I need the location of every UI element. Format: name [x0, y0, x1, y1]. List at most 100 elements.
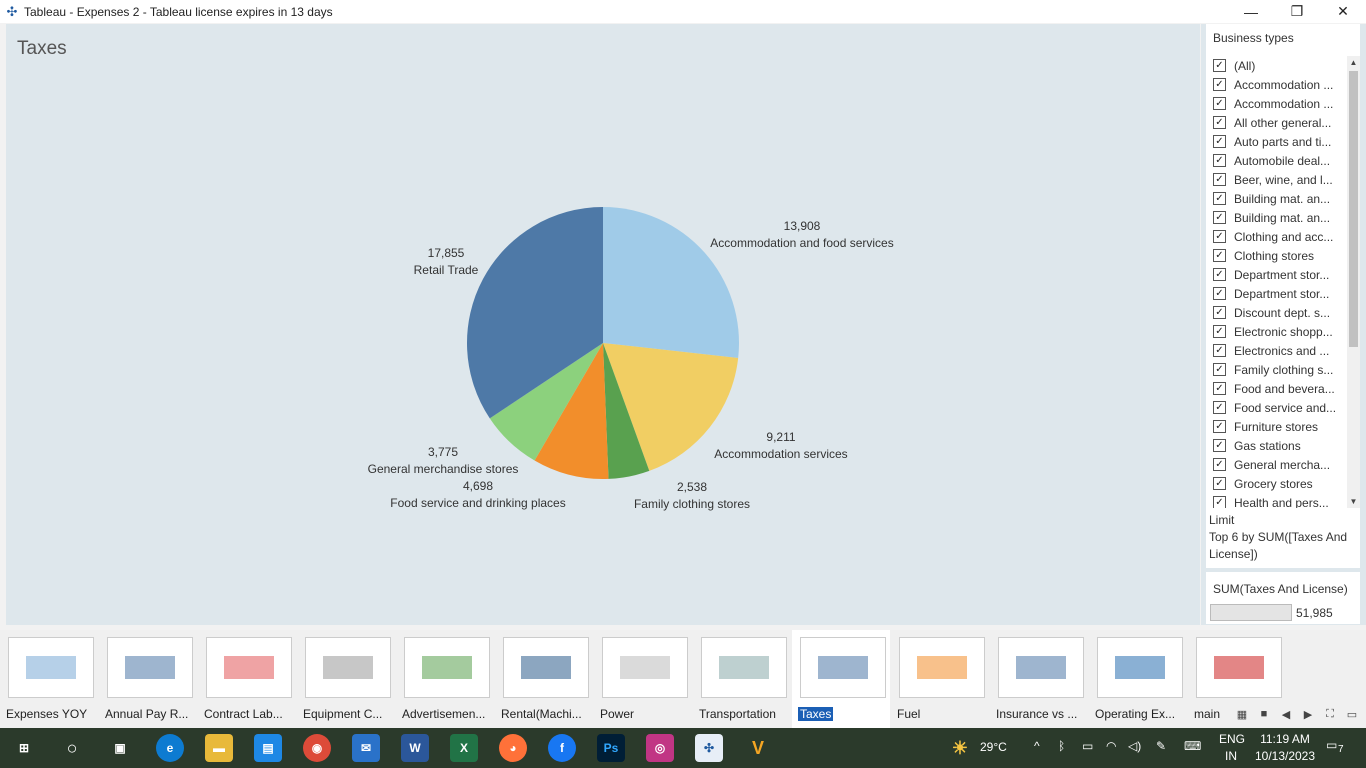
sheet-tab-label[interactable]: Operating Ex... — [1095, 707, 1175, 721]
sheet-tab[interactable]: Contract Lab... — [198, 630, 296, 728]
checkbox-checked-icon[interactable]: ✓ — [1213, 154, 1226, 167]
filter-item[interactable]: ✓ Beer, wine, and l... — [1206, 170, 1347, 189]
filter-item[interactable]: ✓ Food and bevera... — [1206, 379, 1347, 398]
sheet-tab-label[interactable]: main — [1194, 707, 1220, 721]
minimize-button[interactable]: — — [1228, 0, 1274, 23]
excel-icon[interactable]: X — [450, 734, 478, 762]
sheet-tab[interactable]: Operating Ex... — [1089, 630, 1187, 728]
sheet-tab[interactable]: Power — [594, 630, 692, 728]
sheet-tab[interactable]: Expenses YOY — [0, 630, 98, 728]
sheet-thumbnail[interactable] — [305, 637, 391, 698]
filter-scrollbar[interactable]: ▲ ▼ — [1347, 56, 1360, 508]
filter-item[interactable]: ✓ Building mat. an... — [1206, 208, 1347, 227]
mail-icon[interactable]: ✉ — [352, 734, 380, 762]
fullscreen-icon[interactable]: ⛶ — [1322, 708, 1338, 721]
filter-item[interactable]: ✓ Family clothing s... — [1206, 360, 1347, 379]
checkbox-checked-icon[interactable]: ✓ — [1213, 382, 1226, 395]
filter-item[interactable]: ✓ Clothing stores — [1206, 246, 1347, 265]
sheet-thumbnail[interactable] — [107, 637, 193, 698]
checkbox-checked-icon[interactable]: ✓ — [1213, 116, 1226, 129]
sheet-tab[interactable]: Fuel — [891, 630, 989, 728]
sheet-thumbnail[interactable] — [206, 637, 292, 698]
sheet-thumbnail[interactable] — [899, 637, 985, 698]
filter-item[interactable]: ✓ (All) — [1206, 56, 1347, 75]
presentation-icon[interactable]: ▭ — [1344, 708, 1360, 721]
sheet-tab[interactable]: Advertisemen... — [396, 630, 494, 728]
filter-item[interactable]: ✓ Automobile deal... — [1206, 151, 1347, 170]
store-icon[interactable]: ▤ — [254, 734, 282, 762]
checkbox-checked-icon[interactable]: ✓ — [1213, 97, 1226, 110]
photoshop-icon[interactable]: Ps — [597, 734, 625, 762]
filter-item[interactable]: ✓ Grocery stores — [1206, 474, 1347, 493]
pie-slice[interactable] — [603, 207, 739, 358]
checkbox-checked-icon[interactable]: ✓ — [1213, 78, 1226, 91]
checkbox-checked-icon[interactable]: ✓ — [1213, 135, 1226, 148]
sheet-thumbnail[interactable] — [503, 637, 589, 698]
checkbox-checked-icon[interactable]: ✓ — [1213, 344, 1226, 357]
checkbox-checked-icon[interactable]: ✓ — [1213, 173, 1226, 186]
sheet-tab-label[interactable]: Rental(Machi... — [501, 707, 582, 721]
scroll-thumb[interactable] — [1349, 71, 1358, 347]
keyboard-icon[interactable]: ⌨ — [1184, 739, 1201, 753]
app-v-icon[interactable]: V — [744, 734, 772, 762]
sheet-tab-label[interactable]: Expenses YOY — [6, 707, 87, 721]
sheet-tab[interactable]: Insurance vs ... — [990, 630, 1088, 728]
checkbox-checked-icon[interactable]: ✓ — [1213, 59, 1226, 72]
sheet-tab-label[interactable]: Transportation — [699, 707, 776, 721]
checkbox-checked-icon[interactable]: ✓ — [1213, 363, 1226, 376]
filter-item[interactable]: ✓ Food service and... — [1206, 398, 1347, 417]
sheet-tab[interactable]: Rental(Machi... — [495, 630, 593, 728]
firefox-icon[interactable]: ◕ — [499, 734, 527, 762]
sheet-tab-label[interactable]: Contract Lab... — [204, 707, 283, 721]
filter-item[interactable]: ✓ General mercha... — [1206, 455, 1347, 474]
checkbox-checked-icon[interactable]: ✓ — [1213, 306, 1226, 319]
checkbox-checked-icon[interactable]: ✓ — [1213, 439, 1226, 452]
lang-bottom[interactable]: IN — [1225, 749, 1237, 763]
sheet-tab-label[interactable]: Insurance vs ... — [996, 707, 1077, 721]
sheet-thumbnail[interactable] — [701, 637, 787, 698]
filter-item[interactable]: ✓ Auto parts and ti... — [1206, 132, 1347, 151]
sheet-tab-label[interactable]: Advertisemen... — [402, 707, 485, 721]
sheet-tab-label[interactable]: Equipment C... — [303, 707, 382, 721]
sheet-thumbnail[interactable] — [8, 637, 94, 698]
battery-icon[interactable]: ▭ — [1082, 739, 1093, 753]
sheet-thumbnail[interactable] — [998, 637, 1084, 698]
chrome-icon[interactable]: ◉ — [303, 734, 331, 762]
sheet-tab[interactable]: Taxes — [792, 630, 890, 728]
sheet-tab[interactable]: Transportation — [693, 630, 791, 728]
checkbox-checked-icon[interactable]: ✓ — [1213, 287, 1226, 300]
pen-icon[interactable]: ✎ — [1156, 739, 1166, 753]
filter-item[interactable]: ✓ Electronics and ... — [1206, 341, 1347, 360]
filter-item[interactable]: ✓ Department stor... — [1206, 265, 1347, 284]
restore-button[interactable]: ❐ — [1274, 0, 1320, 23]
wifi-icon[interactable]: ◠ — [1106, 739, 1116, 753]
sheet-thumbnail[interactable] — [602, 637, 688, 698]
checkbox-checked-icon[interactable]: ✓ — [1213, 192, 1226, 205]
instagram-icon[interactable]: ◎ — [646, 734, 674, 762]
clock-date[interactable]: 10/13/2023 — [1252, 749, 1318, 763]
close-button[interactable]: ✕ — [1320, 0, 1366, 23]
sheet-tab-label[interactable]: Power — [600, 707, 634, 721]
scroll-up-icon[interactable]: ▲ — [1347, 56, 1360, 69]
sheet-thumbnail[interactable] — [800, 637, 886, 698]
notification-icon[interactable]: ▭ — [1326, 738, 1337, 752]
filter-item[interactable]: ✓ Department stor... — [1206, 284, 1347, 303]
checkbox-checked-icon[interactable]: ✓ — [1213, 249, 1226, 262]
volume-icon[interactable]: ◁) — [1128, 739, 1141, 753]
filter-item[interactable]: ✓ Discount dept. s... — [1206, 303, 1347, 322]
scroll-down-icon[interactable]: ▼ — [1347, 495, 1360, 508]
sheet-tab[interactable]: Annual Pay R... — [99, 630, 197, 728]
tableau-taskbar-icon[interactable]: ✣ — [695, 734, 723, 762]
filter-item[interactable]: ✓ Building mat. an... — [1206, 189, 1347, 208]
checkbox-checked-icon[interactable]: ✓ — [1213, 401, 1226, 414]
task-view-icon[interactable]: ▣ — [106, 734, 134, 762]
sheet-tab-label[interactable]: Taxes — [798, 707, 834, 721]
windows-start-icon[interactable]: ⊞ — [10, 734, 38, 762]
bluetooth-icon[interactable]: ᛒ — [1058, 739, 1065, 753]
filter-item[interactable]: ✓ Clothing and acc... — [1206, 227, 1347, 246]
facebook-icon[interactable]: f — [548, 734, 576, 762]
checkbox-checked-icon[interactable]: ✓ — [1213, 230, 1226, 243]
sheet-tab[interactable]: main — [1188, 630, 1286, 728]
sheet-tab-label[interactable]: Fuel — [897, 707, 920, 721]
checkbox-checked-icon[interactable]: ✓ — [1213, 268, 1226, 281]
